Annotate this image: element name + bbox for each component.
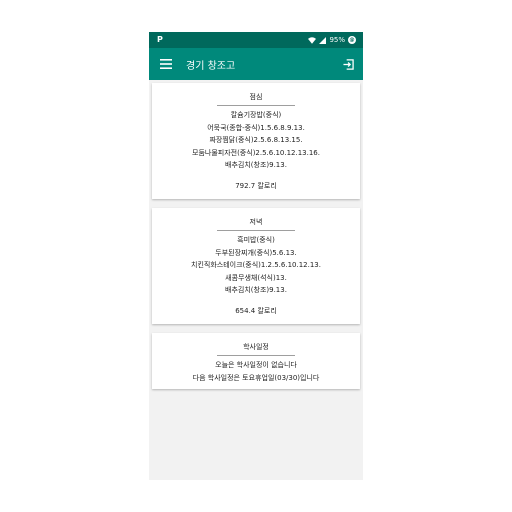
signal-icon — [319, 36, 327, 44]
battery-badge-icon: @ — [348, 36, 356, 44]
dinner-divider — [217, 230, 295, 231]
exit-to-app-icon[interactable] — [339, 55, 357, 73]
lunch-item: 어묵국(종합-중식)1.5.6.8.9.13. — [207, 123, 305, 132]
lunch-item: 배추김치(창조)9.13. — [225, 161, 287, 169]
lunch-item: 칼슘기장밥(중식) — [230, 111, 282, 119]
lunch-card: 점심 칼슘기장밥(중식) 어묵국(종합-중식)1.5.6.8.9.13. 짜장찜… — [152, 83, 360, 199]
dinner-card: 저녁 흑미밥(중식) 두부된장찌개(중식)5.6.13. 치킨직화스테이크(중식… — [152, 208, 360, 324]
notification-p-icon: P — [157, 35, 163, 44]
lunch-item: 짜장찜닭(중식)2.5.6.8.13.15. — [209, 136, 303, 144]
dinner-item: 배추김치(창조)9.13. — [225, 286, 287, 294]
dinner-calories: 654.4 칼로리 — [235, 306, 277, 315]
dinner-item: 새콤무생채(석식)13. — [225, 273, 287, 282]
dinner-item: 두부된장찌개(중식)5.6.13. — [215, 248, 297, 257]
dinner-title: 저녁 — [249, 218, 263, 226]
status-bar: P 95% @ — [149, 32, 363, 48]
lunch-divider — [217, 105, 295, 106]
schedule-card: 학사일정 오늘은 학사일정이 없습니다 다음 학사일정은 토요휴업일(03/30… — [152, 333, 360, 389]
lunch-calories: 792.7 칼로리 — [235, 181, 277, 190]
schedule-line: 다음 학사일정은 토요휴업일(03/30)입니다 — [192, 373, 320, 382]
hamburger-menu-icon[interactable] — [157, 55, 175, 73]
battery-text: 95% — [329, 36, 345, 44]
schedule-divider — [217, 355, 295, 356]
lunch-item: 모둠나물피자전(중식)2.5.6.10.12.13.16. — [192, 148, 320, 157]
phone-screen: P 95% @ 경기 창조고 점심 칼슘기장밥(중식) 어묵국(종합-중식)1.… — [149, 32, 363, 480]
app-bar: 경기 창조고 — [149, 48, 363, 80]
app-title: 경기 창조고 — [186, 60, 236, 72]
schedule-line: 오늘은 학사일정이 없습니다 — [215, 361, 297, 369]
dinner-item: 치킨직화스테이크(중식)1.2.5.6.10.12.13. — [191, 261, 321, 269]
schedule-title: 학사일정 — [243, 343, 269, 351]
status-icons: 95% @ — [308, 32, 356, 48]
wifi-icon — [308, 36, 317, 44]
lunch-title: 점심 — [249, 93, 263, 101]
dinner-item: 흑미밥(중식) — [237, 236, 275, 244]
